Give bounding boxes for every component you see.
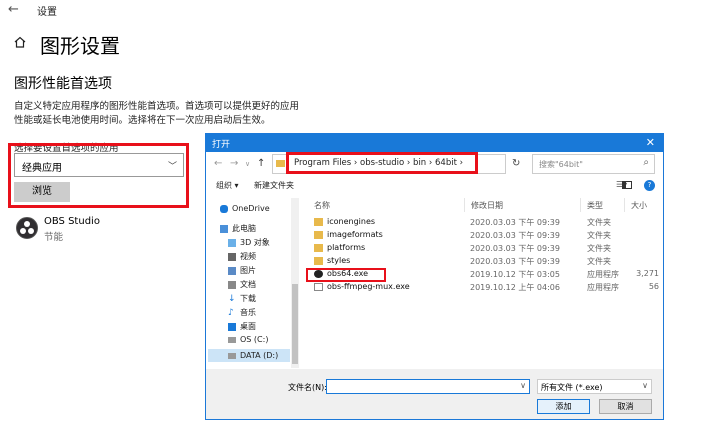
sidebar-item-drive-d[interactable]: DATA (D:) (208, 349, 290, 362)
sidebar-item-documents[interactable]: 文档 (228, 279, 256, 290)
window-title: 设置 (37, 7, 57, 18)
chevron-down-icon: ∨ (642, 381, 648, 390)
open-file-dialog: 打开 ✕ ← → ∨ ↑ Program Files › obs-studio … (205, 133, 664, 420)
filetype-select[interactable]: 所有文件 (*.exe) ∨ (537, 379, 652, 394)
sidebar-item-label: 文档 (240, 280, 256, 289)
file-row[interactable]: iconengines 2020.03.03 下午 09:39 文件夹 (312, 216, 657, 229)
back-arrow-icon[interactable]: ← (8, 3, 22, 17)
sidebar-item-label: 下载 (240, 294, 256, 303)
cloud-icon (220, 204, 228, 213)
sidebar-item-3d-objects[interactable]: 3D 对象 (228, 237, 270, 248)
app-mode: 节能 (44, 232, 64, 243)
column-header-size[interactable]: 大小 (631, 200, 647, 211)
help-icon[interactable]: ? (644, 180, 655, 191)
sidebar-item-downloads[interactable]: ↓ 下载 (228, 293, 256, 304)
new-folder-button[interactable]: 新建文件夹 (254, 180, 294, 191)
file-row[interactable]: imageformats 2020.03.03 下午 09:39 文件夹 (312, 229, 657, 242)
column-header-type[interactable]: 类型 (587, 200, 603, 211)
scrollbar-thumb[interactable] (292, 284, 298, 364)
folder-icon (314, 257, 323, 265)
desktop-icon (228, 322, 236, 331)
exe-file-icon (314, 283, 323, 291)
filename-input[interactable]: ∨ (326, 379, 530, 394)
computer-icon (220, 224, 228, 233)
dialog-footer (206, 369, 663, 419)
sidebar-item-label: 3D 对象 (240, 238, 270, 247)
section-title: 图形性能首选项 (14, 76, 112, 92)
browse-button[interactable]: 浏览 (14, 182, 70, 202)
refresh-icon[interactable]: ↻ (512, 158, 520, 169)
file-row[interactable]: obs-ffmpeg-mux.exe 2019.10.12 上午 04:06 应用程… (312, 281, 659, 294)
description-text: 自定义特定应用程序的图形性能首选项。首选项可以提供更好的应用性能或延长电池使用时… (14, 101, 300, 126)
picture-icon (228, 266, 236, 275)
cancel-button[interactable]: 取消 (599, 399, 652, 414)
sidebar-item-videos[interactable]: 视频 (228, 251, 256, 262)
sidebar-item-music[interactable]: ♪ 音乐 (228, 307, 256, 318)
navigation-pane: OneDrive 此电脑 3D 对象 视频 图片 文档 ↓ 下载 ♪ 音乐 桌面 O… (206, 196, 301, 368)
dialog-toolbar: 组织 ▾ 新建文件夹 ☰▾ ? (206, 180, 663, 196)
column-divider (580, 198, 581, 212)
dialog-title: 打开 (212, 140, 231, 150)
search-placeholder: 搜索"64bit" (539, 160, 583, 169)
drive-icon (228, 352, 236, 359)
filetype-value: 所有文件 (*.exe) (541, 383, 603, 392)
column-header-date[interactable]: 修改日期 (471, 200, 503, 211)
nav-forward-icon[interactable]: → (230, 158, 238, 169)
sidebar-item-label: 音乐 (240, 308, 256, 317)
app-type-dropdown[interactable]: 经典应用 ﹀ (14, 153, 184, 177)
obs-app-icon (16, 217, 38, 239)
drive-icon (228, 336, 236, 343)
app-type-value: 经典应用 (22, 163, 62, 174)
app-name[interactable]: OBS Studio (44, 216, 100, 227)
chevron-down-icon: ﹀ (167, 162, 177, 172)
folder-icon (276, 160, 285, 167)
sidebar-item-label: 此电脑 (232, 224, 256, 233)
sidebar-item-label: 桌面 (240, 322, 256, 331)
chevron-down-icon[interactable]: ∨ (520, 381, 526, 390)
sidebar-item-desktop[interactable]: 桌面 (228, 321, 256, 332)
home-icon (14, 36, 26, 48)
video-icon (228, 252, 236, 261)
filename-label: 文件名(N): (288, 383, 327, 392)
column-divider (624, 198, 625, 212)
nav-up-icon[interactable]: ↑ (257, 158, 265, 169)
add-button[interactable]: 添加 (537, 399, 590, 414)
sidebar-item-label: 图片 (240, 266, 256, 275)
file-row[interactable]: styles 2020.03.03 下午 09:39 文件夹 (312, 255, 657, 268)
column-divider (464, 198, 465, 212)
sidebar-item-onedrive[interactable]: OneDrive (220, 204, 270, 213)
search-icon: ⌕ (643, 157, 649, 168)
sidebar-item-drive-c[interactable]: OS (C:) (228, 335, 268, 344)
sidebar-item-this-pc[interactable]: 此电脑 (220, 223, 256, 234)
sidebar-item-pictures[interactable]: 图片 (228, 265, 256, 276)
search-input[interactable]: 搜索"64bit" ⌕ (532, 154, 655, 174)
download-icon: ↓ (228, 293, 236, 304)
close-icon[interactable]: ✕ (646, 136, 655, 149)
folder-icon (314, 244, 323, 252)
file-row[interactable]: platforms 2020.03.03 下午 09:39 文件夹 (312, 242, 657, 255)
organize-button[interactable]: 组织 ▾ (216, 180, 239, 191)
nav-history-chevron-icon[interactable]: ∨ (245, 160, 250, 168)
page-title: 图形设置 (40, 34, 120, 58)
highlight-box (286, 152, 478, 174)
highlight-box (306, 268, 386, 282)
sidebar-item-label: 视频 (240, 252, 256, 261)
folder-icon (314, 218, 323, 226)
music-icon: ♪ (228, 307, 234, 318)
sidebar-item-label: OneDrive (232, 204, 270, 213)
cube-icon (228, 238, 236, 247)
folder-icon (314, 231, 323, 239)
document-icon (228, 280, 236, 289)
sidebar-item-label: DATA (D:) (240, 351, 279, 360)
sidebar-item-label: OS (C:) (240, 335, 269, 344)
dialog-titlebar: 打开 ✕ (206, 134, 663, 152)
preview-pane-icon[interactable] (622, 181, 632, 189)
column-header-name[interactable]: 名称 (314, 200, 330, 211)
nav-back-icon[interactable]: ← (214, 158, 222, 169)
